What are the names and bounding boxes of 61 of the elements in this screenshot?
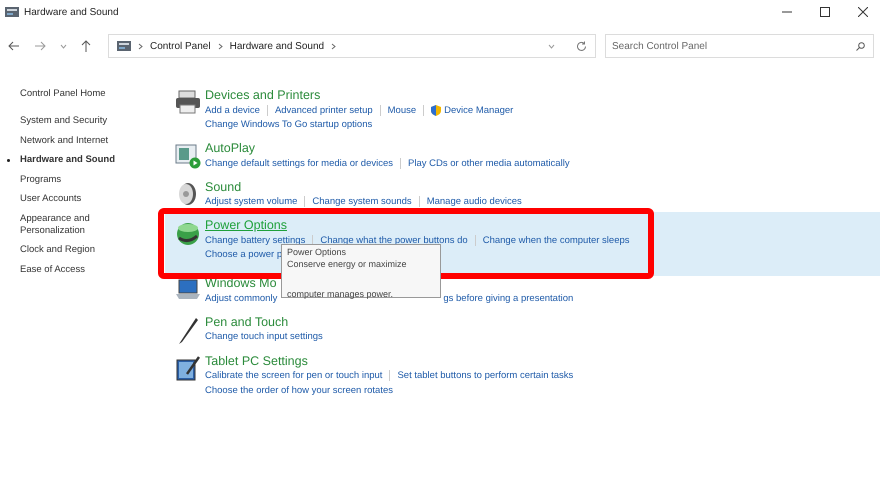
search-field[interactable]: Search Control Panel [605,34,874,58]
tooltip-text: Power Options [287,246,348,258]
search-icon [856,42,865,51]
tooltip-text: computer manages power. [287,288,394,300]
dropdown-caret-icon[interactable] [548,44,555,48]
maximize-icon[interactable] [820,7,830,17]
category-title-link[interactable]: Devices and Printers [205,88,320,103]
dropdown-caret-icon[interactable] [60,44,67,48]
task-link[interactable]: Change system sounds [312,196,412,208]
laptop-icon [174,278,200,302]
sidebar-link[interactable]: Clock and Region [20,244,124,256]
close-icon[interactable] [858,7,868,17]
chevron-icon [331,42,336,50]
task-link[interactable]: Change what the power buttons do [320,234,468,246]
window-title: Hardware and Sound [24,6,119,18]
printer-icon [174,90,200,114]
sidebar-link[interactable]: Ease of Access [20,264,124,276]
category-title-link[interactable]: AutoPlay [205,141,256,156]
tooltip-text: Conserve energy or maximize [287,258,408,270]
task-link[interactable]: Calibrate the screen for pen or touch input [205,370,382,382]
task-link[interactable]: Choose the order of how your screen rotates [205,384,393,396]
sidebar-link[interactable]: Programs [20,174,124,186]
sidebar-link[interactable]: User Accounts [20,193,124,205]
task-link[interactable]: Change battery settings [205,234,306,246]
chevron-icon [218,42,223,50]
back-arrow-icon[interactable] [8,41,20,51]
task-link[interactable]: Change default settings for media or devices [205,158,393,169]
task-link[interactable]: Manage audio devices [426,196,522,208]
sidebar-link[interactable]: Control Panel Home [20,88,124,100]
breadcrumb[interactable]: Control Panel [150,40,211,52]
task-link[interactable]: Advanced printer setup [274,104,373,116]
autoplay-icon [174,143,200,169]
chevron-icon [138,42,143,50]
shield-icon [431,104,442,116]
task-link[interactable]: Change Windows To Go startup options [205,119,372,130]
task-link[interactable]: Adjust commonly [205,292,278,304]
refresh-icon[interactable] [576,40,587,52]
category-title-link[interactable]: Sound [205,180,242,194]
control-panel-icon [5,6,19,18]
task-link[interactable]: Device Manager [444,104,514,116]
forward-arrow-icon[interactable] [34,41,46,51]
task-link[interactable]: Add a device [205,104,260,116]
sidebar-link[interactable]: Appearance and Personalization [20,212,124,236]
category-title-link[interactable]: Pen and Touch [205,314,288,330]
task-link[interactable]: Play CDs or other media automatically [408,158,570,169]
sidebar-link[interactable]: Network and Internet [20,134,124,146]
task-link[interactable]: gs before giving a presentation [443,292,574,304]
address-bar[interactable]: Control Panel Hardware and Sound [108,34,596,58]
task-link[interactable]: Mouse [388,104,416,116]
category-title-link[interactable]: Windows Mo [205,276,277,291]
sidebar-link[interactable]: System and Security [20,115,124,127]
breadcrumb[interactable]: Hardware and Sound [230,40,324,52]
tablet-pen-icon [174,356,200,382]
task-link[interactable]: Change touch input settings [205,331,323,342]
control-panel-icon [117,40,131,52]
category-title-link[interactable]: Tablet PC Settings [205,354,308,368]
task-link[interactable]: Change when the computer sleeps [482,234,630,246]
task-link[interactable]: Adjust system volume [205,196,298,208]
sidebar-link[interactable]: Hardware and Sound [7,154,124,166]
task-link[interactable]: Set tablet buttons to perform certain tasks [397,370,574,382]
up-arrow-icon[interactable] [81,40,91,52]
